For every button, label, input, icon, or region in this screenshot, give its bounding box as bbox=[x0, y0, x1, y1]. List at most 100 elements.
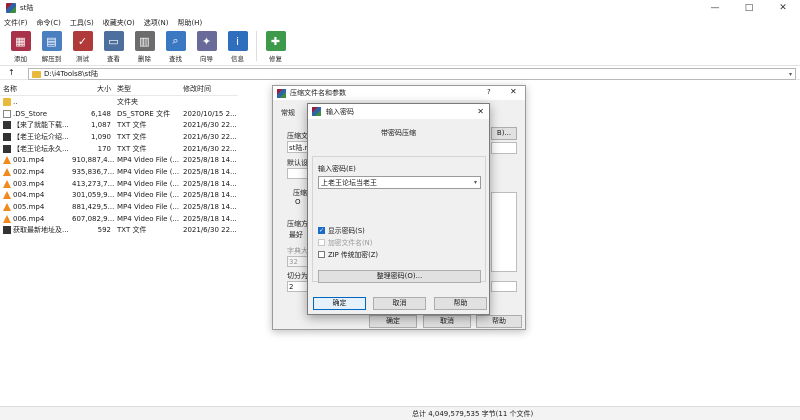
up-arrow-icon[interactable]: ↑ bbox=[8, 68, 18, 77]
password-help-label: 帮助 bbox=[453, 299, 468, 307]
toolbar-button-info[interactable]: i 信息 bbox=[225, 31, 250, 63]
tab-general[interactable]: 常规 bbox=[281, 108, 295, 118]
column-header-type[interactable]: 类型 bbox=[114, 84, 180, 94]
toolbar-button-find[interactable]: ⌕ 查找 bbox=[163, 31, 188, 63]
file-name: 003.mp4 bbox=[13, 179, 45, 188]
txt-file-icon bbox=[3, 226, 11, 235]
file-row[interactable]: 001.mp4 910,887,4... MP4 Video File (... 20… bbox=[0, 154, 238, 166]
title-bar: st陆 — □ ✕ bbox=[0, 0, 800, 16]
password-help-button[interactable]: 帮助 bbox=[434, 297, 487, 310]
file-row[interactable]: 002.mp4 935,836,7... MP4 Video File (... 20… bbox=[0, 166, 238, 178]
menu-tools[interactable]: 工具(S) bbox=[70, 18, 94, 28]
file-name-cell: 获取最新地址及... bbox=[0, 225, 72, 235]
toolbar-button-test[interactable]: ✓ 测试 bbox=[70, 31, 95, 63]
archive-params-close-button[interactable]: ✕ bbox=[510, 87, 517, 96]
file-row[interactable]: 006.mp4 607,082,9... MP4 Video File (... 20… bbox=[0, 213, 238, 225]
show-password-checkbox[interactable]: ✓ 显示密码(S) bbox=[318, 225, 365, 235]
update-mode-select[interactable] bbox=[491, 142, 517, 154]
file-size: 413,273,7... bbox=[72, 179, 114, 188]
menu-options[interactable]: 选项(N) bbox=[144, 18, 169, 28]
password-group bbox=[312, 156, 486, 282]
file-list: 名称 大小 类型 修改时间 .. 文件夹 .DS_Store 6,148 DS_STOR… bbox=[0, 82, 238, 236]
menu-help[interactable]: 帮助(H) bbox=[177, 18, 202, 28]
toolbar-button-delete[interactable]: ▥ 删除 bbox=[132, 31, 157, 63]
maximize-button[interactable]: □ bbox=[732, 3, 766, 13]
toolbar-label: 查看 bbox=[107, 55, 120, 63]
options-group bbox=[491, 192, 517, 272]
file-row[interactable]: 003.mp4 413,273,7... MP4 Video File (... 20… bbox=[0, 178, 238, 190]
info-icon: i bbox=[227, 31, 248, 51]
split-unit-select[interactable] bbox=[491, 281, 517, 292]
toolbar-button-add[interactable]: ▦ 添加 bbox=[8, 31, 33, 63]
file-name-cell: 【老王论坛永久... bbox=[0, 144, 72, 154]
file-type: TXT 文件 bbox=[117, 121, 147, 130]
column-header-size[interactable]: 大小 bbox=[72, 84, 114, 94]
add-icon: ▦ bbox=[10, 31, 31, 51]
file-date: 2025/8/18 14... bbox=[183, 167, 237, 176]
file-file-icon bbox=[3, 109, 11, 118]
file-row[interactable]: 【老王论坛永久... 170 TXT 文件 2021/6/30 22... bbox=[0, 143, 238, 155]
archive-ok-button[interactable]: 确定 bbox=[369, 315, 417, 328]
path-text: D:\i4Tools8\st陆 bbox=[44, 70, 98, 78]
password-input[interactable]: 上老王论坛当老王 ▾ bbox=[318, 176, 481, 189]
file-size: 935,836,7... bbox=[72, 167, 114, 176]
menu-favorites[interactable]: 收藏夹(O) bbox=[103, 18, 135, 28]
file-type: 文件夹 bbox=[117, 97, 138, 106]
checkbox-box-icon bbox=[318, 250, 325, 258]
password-dialog-close-button[interactable]: ✕ bbox=[477, 107, 484, 116]
file-row[interactable]: 【老王论坛介绍... 1,090 TXT 文件 2021/6/30 22... bbox=[0, 131, 238, 143]
file-row[interactable]: .. 文件夹 bbox=[0, 96, 238, 108]
compression-method-label: 压缩方 bbox=[287, 220, 308, 228]
file-rows: .. 文件夹 .DS_Store 6,148 DS_STORE 文件 2020/10/15… bbox=[0, 96, 238, 236]
toolbar-label: 向导 bbox=[200, 55, 213, 63]
toolbar-button-view[interactable]: ▭ 查看 bbox=[101, 31, 126, 63]
encrypt-file-names-label: 加密文件名(N) bbox=[328, 239, 373, 247]
file-row[interactable]: 005.mp4 881,429,5... MP4 Video File (... 20… bbox=[0, 201, 238, 213]
folder-icon bbox=[32, 70, 41, 78]
column-header-date[interactable]: 修改时间 bbox=[180, 84, 238, 94]
file-date: 2020/10/15 2... bbox=[183, 109, 237, 118]
file-row[interactable]: 【来了就能下载... 1,087 TXT 文件 2021/6/30 22... bbox=[0, 119, 238, 131]
file-name-cell: 004.mp4 bbox=[0, 191, 72, 200]
file-size: 1,090 bbox=[90, 132, 111, 141]
file-type: MP4 Video File (... bbox=[117, 179, 180, 188]
file-row[interactable]: .DS_Store 6,148 DS_STORE 文件 2020/10/15 2... bbox=[0, 108, 238, 120]
file-row[interactable]: 获取最新地址及... 592 TXT 文件 2021/6/30 22... bbox=[0, 225, 238, 237]
file-type: MP4 Video File (... bbox=[117, 191, 180, 200]
file-date: 2025/8/18 14... bbox=[183, 203, 237, 212]
format-radio[interactable]: O bbox=[295, 198, 301, 206]
archive-name-label: 压缩文 bbox=[287, 132, 308, 140]
file-row[interactable]: 004.mp4 301,059,9... MP4 Video File (... 20… bbox=[0, 190, 238, 202]
toolbar-button-extract[interactable]: ▤ 解压到 bbox=[39, 31, 64, 63]
view-icon: ▭ bbox=[103, 31, 124, 51]
close-button[interactable]: ✕ bbox=[766, 3, 800, 13]
organize-passwords-button[interactable]: 整理密码(O)... bbox=[318, 270, 481, 283]
toolbar-button-repair[interactable]: ✚ 修复 bbox=[263, 31, 288, 63]
password-cancel-button[interactable]: 取消 bbox=[373, 297, 426, 310]
help-question-button[interactable]: ? bbox=[487, 88, 491, 96]
minimize-button[interactable]: — bbox=[698, 3, 732, 13]
browse-button[interactable]: B)... bbox=[491, 127, 517, 140]
path-field[interactable]: D:\i4Tools8\st陆 ▾ bbox=[28, 68, 796, 80]
column-header-name[interactable]: 名称 bbox=[0, 84, 72, 94]
file-name: 005.mp4 bbox=[13, 203, 45, 212]
mp4-file-icon bbox=[3, 167, 11, 176]
file-name: 001.mp4 bbox=[13, 156, 45, 165]
show-password-label: 显示密码(S) bbox=[328, 227, 365, 235]
password-ok-button[interactable]: 确定 bbox=[313, 297, 366, 310]
archive-cancel-button[interactable]: 取消 bbox=[423, 315, 471, 328]
archive-help-button[interactable]: 帮助 bbox=[476, 315, 522, 328]
menu-file[interactable]: 文件(F) bbox=[4, 18, 28, 28]
file-name-cell: 006.mp4 bbox=[0, 214, 72, 223]
file-date: 2021/6/30 22... bbox=[183, 132, 237, 141]
archive-cancel-label: 取消 bbox=[440, 317, 454, 325]
chevron-down-icon[interactable]: ▾ bbox=[789, 71, 792, 78]
archive-ok-label: 确定 bbox=[386, 317, 400, 325]
compression-method-value[interactable]: 最好 bbox=[289, 230, 303, 240]
toolbar-label: 测试 bbox=[76, 55, 89, 63]
encrypt-file-names-checkbox[interactable]: 加密文件名(N) bbox=[318, 237, 372, 247]
toolbar-button-wizard[interactable]: ✦ 向导 bbox=[194, 31, 219, 63]
zip-legacy-encryption-checkbox[interactable]: ZIP 传统加密(Z) bbox=[318, 249, 378, 259]
chevron-down-icon[interactable]: ▾ bbox=[474, 179, 477, 186]
menu-commands[interactable]: 命令(C) bbox=[37, 18, 61, 28]
